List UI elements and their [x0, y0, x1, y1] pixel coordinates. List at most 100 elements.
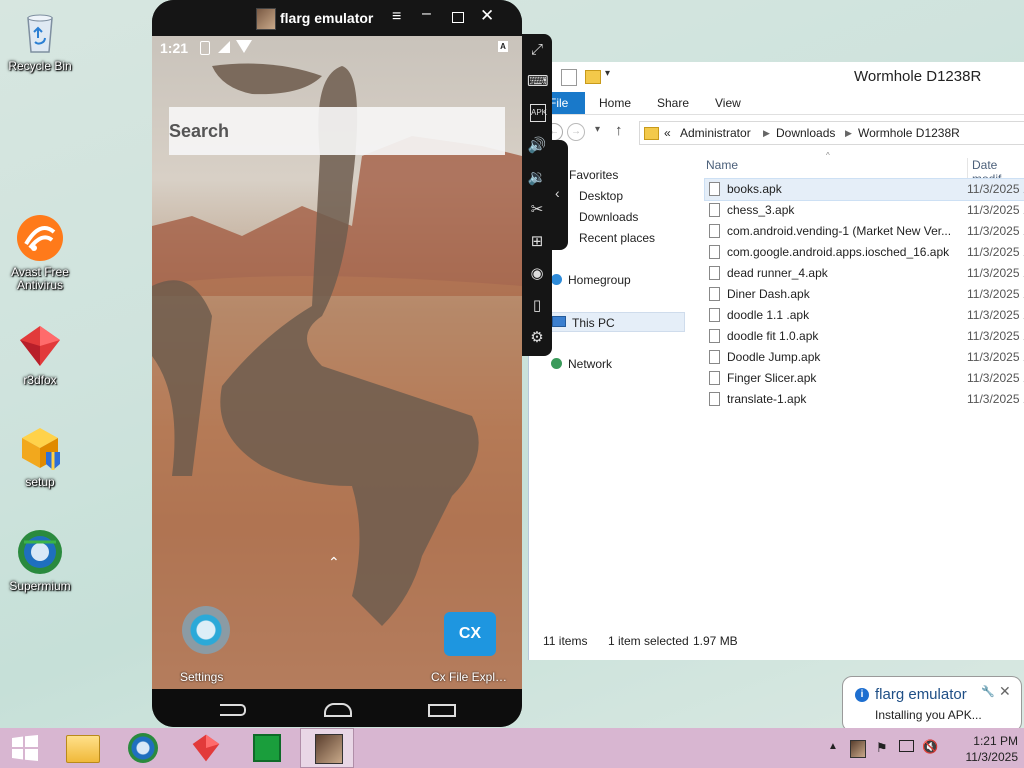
address-bar[interactable]: « Administrator ▶ Downloads ▶ Wormhole D…: [639, 121, 1024, 145]
shake-icon[interactable]: ▯: [527, 296, 547, 316]
wrench-icon[interactable]: 🔧: [981, 685, 995, 698]
avast-icon: [16, 214, 64, 262]
desktop-icon-supermium[interactable]: Supermium: [2, 528, 78, 593]
home-nav-icon[interactable]: [324, 703, 352, 717]
volume-down-icon[interactable]: 🔉: [527, 168, 547, 188]
ribbon-tab-home[interactable]: Home: [599, 96, 631, 110]
file-row[interactable]: doodle fit 1.0.apk 11/3/2025 1: [705, 326, 1024, 347]
desktop-icon-avast[interactable]: Avast Free Antivirus: [2, 214, 78, 292]
file-row[interactable]: doodle 1.1 .apk 11/3/2025 1: [705, 305, 1024, 326]
taskbar-store[interactable]: [240, 728, 294, 768]
column-header-name[interactable]: Name: [706, 158, 738, 172]
network-icon[interactable]: [899, 740, 914, 752]
close-icon[interactable]: ✕: [999, 683, 1011, 700]
desktop-icon-setup[interactable]: setup: [2, 424, 78, 489]
file-row[interactable]: com.android.vending-1 (Market New Ver...…: [705, 221, 1024, 242]
maximize-icon[interactable]: [452, 12, 464, 23]
selection-size: 1.97 MB: [693, 634, 738, 648]
breadcrumb-downloads[interactable]: Downloads: [776, 122, 835, 144]
screenshot-icon[interactable]: ✂: [527, 200, 547, 220]
quick-access-dropdown-icon[interactable]: ▾: [605, 68, 610, 79]
settings-icon[interactable]: ⚙: [527, 328, 547, 348]
menu-icon[interactable]: ≡: [392, 8, 401, 26]
app-drawer-chevron-icon[interactable]: ⌃: [328, 554, 340, 571]
file-date-modified: 11/3/2025 1: [967, 329, 1024, 343]
breadcrumb-administrator[interactable]: Administrator: [680, 122, 751, 144]
add-window-icon[interactable]: ⊞: [527, 232, 547, 252]
home-app-settings[interactable]: Settings: [170, 604, 240, 684]
file-row[interactable]: translate-1.apk 11/3/2025 1: [705, 389, 1024, 410]
file-icon: [709, 350, 720, 364]
nav-homegroup[interactable]: Homegroup: [551, 270, 631, 290]
search-bar[interactable]: Search: [169, 107, 505, 155]
minimize-icon[interactable]: –: [422, 5, 431, 23]
recents-nav-icon[interactable]: [428, 704, 456, 717]
nav-this-pc[interactable]: This PC: [551, 312, 685, 332]
emulator-app-icon: [256, 8, 276, 30]
file-icon: [709, 371, 720, 385]
fullscreen-icon[interactable]: ⤢: [527, 40, 547, 60]
status-bar: 1:21 A: [152, 36, 522, 58]
file-name: Finger Slicer.apk: [727, 371, 817, 385]
homegroup-icon: [551, 274, 562, 285]
file-row[interactable]: dead runner_4.apk 11/3/2025 1: [705, 263, 1024, 284]
file-icon: [709, 287, 720, 301]
emulator-toolbar: ⤢ ⌨ APK 🔊 🔉 ✂ ⊞ ◉ ▯ ⚙: [522, 34, 552, 356]
toolbar-collapse-tab[interactable]: ‹: [552, 140, 568, 250]
nav-recent-places[interactable]: Recent places: [579, 228, 655, 248]
home-app-cx-file-explorer[interactable]: CX Cx File Expl…: [428, 604, 522, 684]
cx-file-explorer-icon: CX: [444, 612, 496, 656]
file-row[interactable]: Finger Slicer.apk 11/3/2025 1: [705, 368, 1024, 389]
keyboard-icon[interactable]: ⌨: [527, 72, 549, 92]
taskbar-flarg-emulator[interactable]: [300, 728, 354, 768]
back-nav-icon[interactable]: [220, 704, 246, 716]
desktop-icon-label: Recycle Bin: [8, 59, 72, 73]
volume-up-icon[interactable]: 🔊: [527, 136, 547, 156]
action-center-flag-icon[interactable]: ⚑: [876, 740, 888, 756]
location-icon[interactable]: ◉: [527, 264, 547, 284]
android-screen[interactable]: 1:21 A Search ⌃ Settings CX Cx File Expl…: [152, 36, 522, 689]
breadcrumb-overflow[interactable]: «: [664, 122, 671, 144]
recent-locations-icon[interactable]: ▾: [595, 124, 600, 135]
file-icon: [709, 329, 720, 343]
emulator-titlebar: flarg emulator ≡ – ✕: [152, 0, 522, 36]
show-hidden-icons[interactable]: ▲: [828, 741, 838, 752]
signal-icon: [218, 41, 230, 53]
file-row[interactable]: Diner Dash.apk 11/3/2025 1: [705, 284, 1024, 305]
taskbar-file-explorer[interactable]: [56, 728, 110, 768]
volume-muted-icon[interactable]: 🔇: [922, 739, 938, 755]
start-button[interactable]: [0, 728, 54, 768]
file-name: dead runner_4.apk: [727, 266, 828, 280]
desktop-icon-recycle-bin[interactable]: Recycle Bin: [2, 8, 78, 73]
ribbon-tab-share[interactable]: Share: [657, 96, 689, 110]
up-icon[interactable]: ↑: [615, 122, 623, 139]
file-name: translate-1.apk: [727, 392, 807, 406]
close-icon[interactable]: ✕: [480, 6, 494, 26]
file-row[interactable]: books.apk 11/3/2025 1: [704, 178, 1024, 201]
taskbar: ▲ ⚑ 🔇 1:21 PM 11/3/2025: [0, 728, 1024, 768]
nav-desktop[interactable]: Desktop: [579, 186, 623, 206]
file-icon: [709, 224, 720, 238]
breadcrumb-current-folder[interactable]: Wormhole D1238R: [858, 122, 960, 144]
apk-install-icon[interactable]: APK: [530, 104, 547, 122]
taskbar-supermium[interactable]: [116, 728, 170, 768]
emulator-tray-icon[interactable]: [850, 740, 866, 758]
taskbar-r3dfox[interactable]: [180, 728, 234, 768]
notification-toast[interactable]: i flarg emulator 🔧 ✕ Installing you APK.…: [842, 676, 1022, 732]
file-row[interactable]: com.google.android.apps.iosched_16.apk 11…: [705, 242, 1024, 263]
file-row[interactable]: chess_3.apk 11/3/2025 1: [705, 200, 1024, 221]
system-clock[interactable]: 1:21 PM 11/3/2025: [944, 733, 1019, 765]
store-icon: [253, 734, 281, 762]
nav-downloads[interactable]: Downloads: [579, 207, 638, 227]
wifi-icon: [236, 40, 252, 53]
forward-icon[interactable]: →: [567, 123, 585, 141]
desktop-icon-r3dfox[interactable]: r3dfox: [2, 322, 78, 387]
selection-count: 1 item selected: [608, 634, 689, 648]
file-row[interactable]: Doodle Jump.apk 11/3/2025 1: [705, 347, 1024, 368]
ribbon-tab-view[interactable]: View: [715, 96, 741, 110]
nav-network[interactable]: Network: [551, 354, 612, 374]
nav-favorites[interactable]: Favorites: [569, 165, 618, 185]
quick-access-properties-icon[interactable]: [561, 69, 577, 86]
file-name: chess_3.apk: [727, 203, 795, 217]
quick-access-folder-icon[interactable]: [585, 70, 601, 84]
